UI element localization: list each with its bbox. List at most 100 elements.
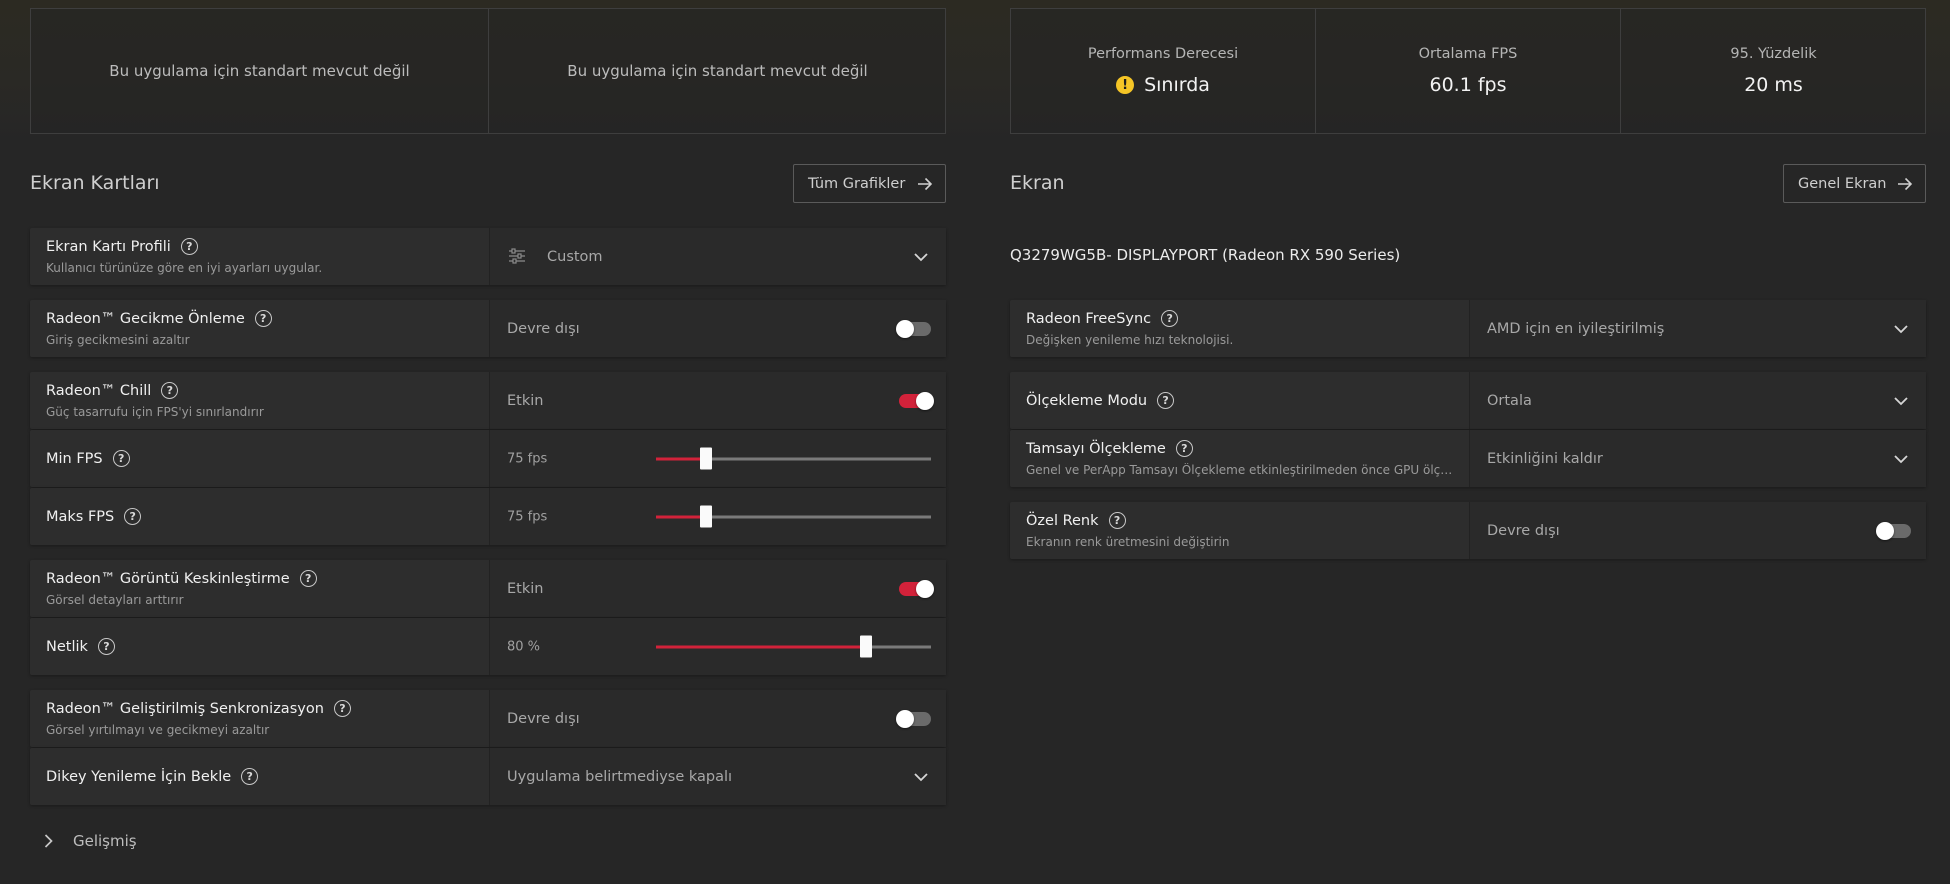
- percentile-value: 20 ms: [1744, 74, 1803, 96]
- arrow-right-icon: [918, 177, 933, 190]
- anti-lag-subtitle: Giriş gecikmesini azaltır: [46, 333, 190, 347]
- sharpness-value: 80 %: [507, 639, 541, 654]
- benchmark-cell: Bu uygulama için standart mevcut değil: [31, 9, 488, 133]
- average-fps-label: Ortalama FPS: [1418, 46, 1518, 62]
- help-icon[interactable]: ?: [124, 508, 142, 525]
- max-fps-slider[interactable]: [656, 505, 931, 527]
- scaling-mode-dropdown[interactable]: Ortala: [1469, 372, 1926, 429]
- chill-toggle[interactable]: [899, 391, 934, 410]
- anti-lag-title: Radeon™ Gecikme Önleme: [46, 310, 245, 327]
- sharpening-value: Etkin: [507, 580, 544, 597]
- scaling-mode-title: Ölçekleme Modu: [1026, 392, 1148, 409]
- min-fps-title: Min FPS: [46, 450, 103, 467]
- freesync-dropdown[interactable]: AMD için en iyileştirilmiş: [1469, 300, 1926, 357]
- graphics-profile-value: Custom: [547, 248, 603, 265]
- vsync-dropdown[interactable]: Uygulama belirtmediyse kapalı: [489, 748, 946, 805]
- custom-color-toggle[interactable]: [1876, 521, 1911, 540]
- performance-rating-label: Performans Derecesi: [1087, 46, 1239, 62]
- chill-subtitle: Güç tasarrufu için FPS'yi sınırlandırır: [46, 405, 264, 419]
- freesync-value: AMD için en iyileştirilmiş: [1487, 320, 1665, 337]
- average-fps: Ortalama FPS 60.1 fps: [1316, 9, 1620, 133]
- help-icon[interactable]: ?: [1175, 440, 1193, 457]
- min-fps-row: Min FPS? 75 fps: [30, 430, 946, 487]
- graphics-section-title: Ekran Kartları: [30, 172, 160, 194]
- performance-rating-value: Sınırda: [1144, 74, 1210, 96]
- help-icon[interactable]: ?: [299, 570, 317, 587]
- enhanced-sync-toggle[interactable]: [896, 709, 931, 728]
- freesync-title: Radeon FreeSync: [1026, 310, 1152, 327]
- scaling-mode-row: Ölçekleme Modu? Ortala: [1010, 372, 1926, 429]
- overall-display-button[interactable]: Genel Ekran: [1783, 164, 1926, 203]
- enhanced-sync-row: Radeon™ Geliştirilmiş Senkronizasyon? Gö…: [30, 690, 946, 747]
- max-fps-title: Maks FPS: [46, 508, 115, 525]
- anti-lag-toggle[interactable]: [896, 319, 931, 338]
- help-icon[interactable]: ?: [161, 382, 179, 399]
- enhanced-sync-value: Devre dışı: [507, 710, 580, 727]
- sliders-icon: [509, 248, 525, 264]
- graphics-profile-dropdown[interactable]: Custom: [489, 228, 946, 285]
- slider-thumb[interactable]: [699, 447, 712, 469]
- scaling-mode-value: Ortala: [1487, 392, 1532, 409]
- sharpening-subtitle: Görsel detayları arttırır: [46, 593, 184, 607]
- help-icon[interactable]: ?: [333, 700, 351, 717]
- help-icon[interactable]: ?: [1161, 310, 1179, 327]
- percentile-label: 95. Yüzdelik: [1730, 46, 1817, 62]
- help-icon[interactable]: ?: [254, 310, 272, 327]
- help-icon[interactable]: ?: [112, 450, 130, 467]
- min-fps-slider[interactable]: [656, 447, 931, 469]
- display-name: Q3279WG5B- DISPLAYPORT (Radeon RX 590 Se…: [1010, 246, 1401, 264]
- benchmark-unavailable-text: Bu uygulama için standart mevcut değil: [109, 62, 410, 80]
- graphics-profile-title: Ekran Kartı Profili: [46, 238, 171, 255]
- benchmark-cell: Bu uygulama için standart mevcut değil: [489, 9, 946, 133]
- performance-stats-card: Performans Derecesi ! Sınırda Ortalama F…: [1010, 8, 1926, 134]
- sharpness-title: Netlik: [46, 638, 88, 655]
- advanced-label: Gelişmiş: [73, 832, 137, 850]
- sharpening-title: Radeon™ Görüntü Keskinleştirme: [46, 570, 290, 587]
- enhanced-sync-subtitle: Görsel yırtılmayı ve gecikmeyi azaltır: [46, 723, 270, 737]
- slider-thumb[interactable]: [699, 505, 712, 527]
- integer-scaling-title: Tamsayı Ölçekleme: [1026, 440, 1166, 457]
- help-icon[interactable]: ?: [97, 638, 115, 655]
- integer-scaling-dropdown[interactable]: Etkinliğini kaldır: [1469, 430, 1926, 487]
- sharpness-row: Netlik? 80 %: [30, 618, 946, 675]
- performance-rating: Performans Derecesi ! Sınırda: [1011, 9, 1315, 133]
- chill-title: Radeon™ Chill: [46, 382, 152, 399]
- sharpening-row: Radeon™ Görüntü Keskinleştirme? Görsel d…: [30, 560, 946, 617]
- vsync-row: Dikey Yenileme İçin Bekle? Uygulama beli…: [30, 748, 946, 805]
- chevron-down-icon: [1894, 396, 1908, 405]
- all-graphics-button[interactable]: Tüm Grafikler: [793, 164, 946, 203]
- custom-color-subtitle: Ekranın renk üretmesini değiştirin: [1026, 535, 1230, 549]
- help-icon[interactable]: ?: [1108, 512, 1126, 529]
- anti-lag-value: Devre dışı: [507, 320, 580, 337]
- overall-display-button-label: Genel Ekran: [1798, 175, 1887, 192]
- arrow-right-icon: [1898, 177, 1913, 190]
- custom-color-row: Özel Renk? Ekranın renk üretmesini değiş…: [1010, 502, 1926, 559]
- slider-thumb[interactable]: [860, 635, 873, 657]
- anti-lag-row: Radeon™ Gecikme Önleme? Giriş gecikmesin…: [30, 300, 946, 357]
- integer-scaling-row: Tamsayı Ölçekleme? Genel ve PerApp Tamsa…: [1010, 430, 1926, 487]
- chevron-right-icon: [44, 834, 53, 848]
- display-section-title: Ekran: [1010, 172, 1065, 194]
- benchmark-unavailable-card: Bu uygulama için standart mevcut değil B…: [30, 8, 946, 134]
- graphics-profile-subtitle: Kullanıcı türünüze göre en iyi ayarları …: [46, 261, 323, 275]
- vsync-value: Uygulama belirtmediyse kapalı: [507, 768, 733, 785]
- freesync-row: Radeon FreeSync? Değişken yenileme hızı …: [1010, 300, 1926, 357]
- help-icon[interactable]: ?: [180, 238, 198, 255]
- sharpness-slider[interactable]: [656, 635, 931, 657]
- graphics-profile-row: Ekran Kartı Profili? Kullanıcı türünüze …: [30, 228, 946, 285]
- custom-color-value: Devre dışı: [1487, 522, 1560, 539]
- min-fps-value: 75 fps: [507, 451, 548, 466]
- max-fps-row: Maks FPS? 75 fps: [30, 488, 946, 545]
- chevron-down-icon: [1894, 324, 1908, 333]
- sharpening-toggle[interactable]: [899, 579, 934, 598]
- percentile-95: 95. Yüzdelik 20 ms: [1621, 9, 1926, 133]
- help-icon[interactable]: ?: [241, 768, 259, 785]
- warning-icon: !: [1116, 76, 1135, 94]
- chevron-down-icon: [914, 252, 928, 261]
- chill-row: Radeon™ Chill? Güç tasarrufu için FPS'yi…: [30, 372, 946, 429]
- integer-scaling-subtitle: Genel ve PerApp Tamsayı Ölçekleme etkinl…: [1026, 463, 1457, 477]
- chill-value: Etkin: [507, 392, 544, 409]
- advanced-expander[interactable]: Gelişmiş: [44, 832, 137, 850]
- help-icon[interactable]: ?: [1157, 392, 1175, 409]
- benchmark-unavailable-text: Bu uygulama için standart mevcut değil: [567, 62, 868, 80]
